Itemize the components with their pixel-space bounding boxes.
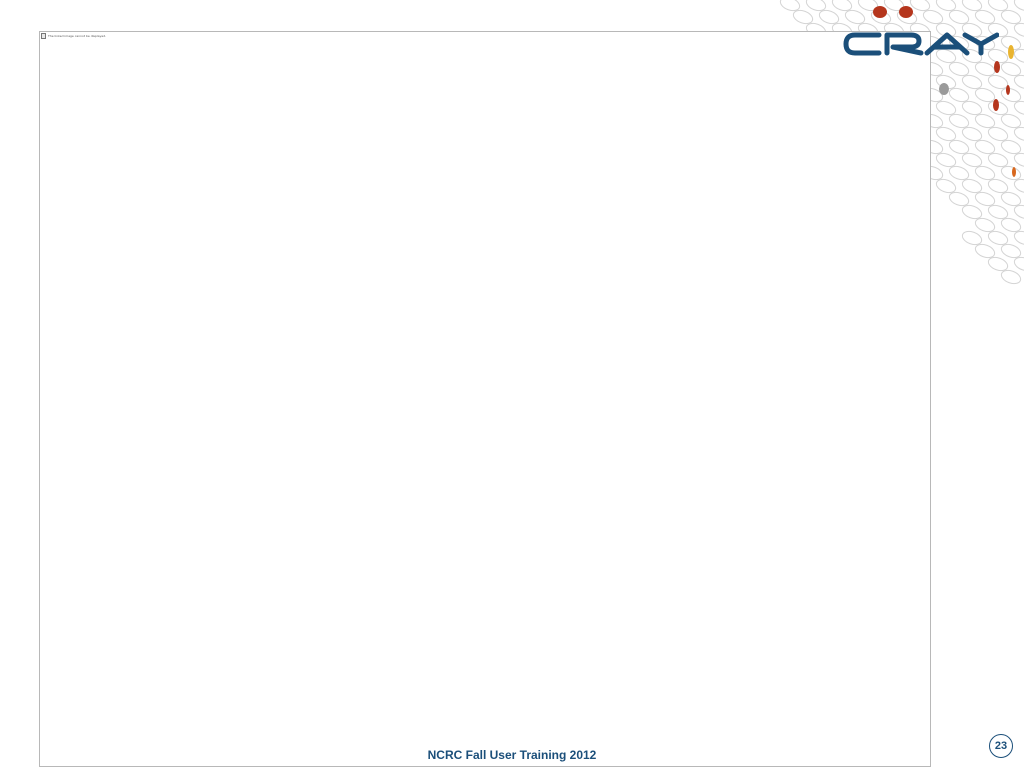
cray-logo-icon [843,32,999,56]
pattern-dot [805,0,827,12]
broken-image-placeholder: The linked image cannot be displayed. [41,33,106,39]
broken-image-icon [41,33,46,39]
pattern-dot [831,0,853,12]
page-number-badge: 23 [989,734,1013,758]
pattern-dot [987,0,1009,12]
accent-dot [1006,85,1010,95]
slide: The linked image cannot be displayed. NC… [0,0,1024,768]
footer-text: NCRC Fall User Training 2012 [427,748,597,762]
content-frame: The linked image cannot be displayed. [39,31,931,767]
accent-dot [994,61,1000,73]
accent-dot [993,99,999,111]
pattern-dot [961,0,983,12]
broken-image-caption: The linked image cannot be displayed. [48,34,107,38]
pattern-dot [779,0,801,12]
accent-dot [899,6,913,18]
accent-dot [1012,167,1016,177]
pattern-dot [1013,0,1024,12]
accent-dot [873,6,887,18]
pattern-dot [935,0,957,12]
accent-dot [939,83,949,95]
accent-dot [1008,45,1014,59]
